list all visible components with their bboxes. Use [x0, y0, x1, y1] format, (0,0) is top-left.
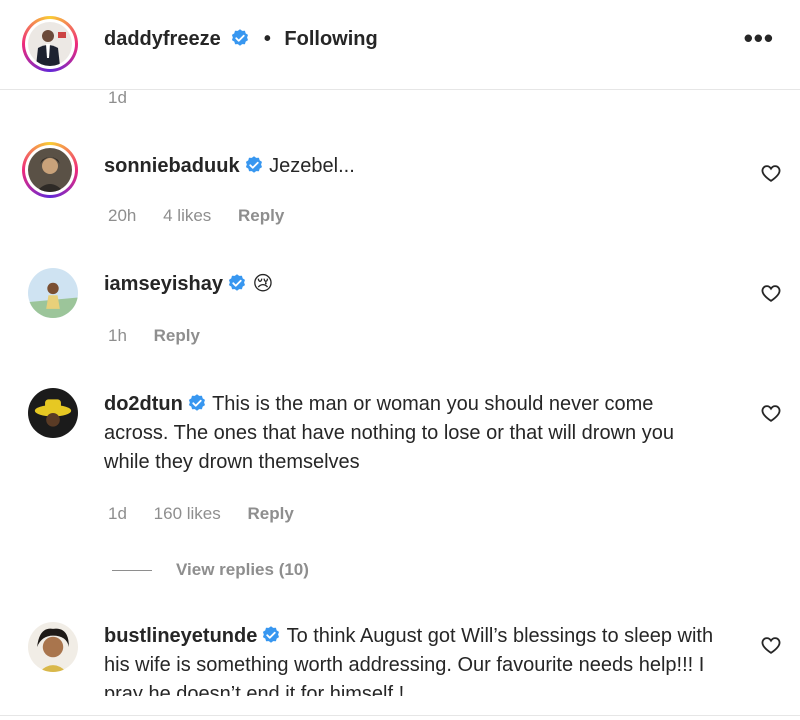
- view-replies-label: View replies (10): [176, 560, 309, 579]
- avatar-image: [28, 22, 72, 66]
- comment-username[interactable]: do2dtun: [104, 393, 183, 415]
- reply-button[interactable]: Reply: [238, 206, 284, 225]
- comment-avatar-bustlineyetunde[interactable]: [28, 622, 78, 672]
- avatar-image: [28, 148, 72, 192]
- comment-body: do2dtun This is the man or woman you sho…: [104, 390, 720, 477]
- comment-likes[interactable]: 160 likes: [154, 504, 221, 523]
- verified-badge-icon: [232, 29, 249, 46]
- following-button[interactable]: Following: [284, 28, 377, 50]
- comment-username[interactable]: iamseyishay: [104, 273, 223, 295]
- comment-avatar-sonniebaduuk[interactable]: [22, 142, 78, 198]
- more-options-icon[interactable]: •••: [744, 25, 774, 51]
- comment-time: 1d: [108, 504, 127, 523]
- comment-body: iamseyishay 😢: [104, 270, 720, 299]
- comment-meta: 1d 160 likes Reply: [108, 504, 316, 524]
- comment-text: Jezebel...: [269, 155, 355, 177]
- header-avatar[interactable]: [22, 16, 78, 72]
- comment-avatar-iamseyishay[interactable]: [28, 268, 78, 318]
- header-user-row: daddyfreeze • Following: [104, 28, 378, 51]
- comment-username[interactable]: bustlineyetunde: [104, 625, 257, 647]
- reply-button[interactable]: Reply: [248, 504, 294, 523]
- comment-avatar-do2dtun[interactable]: [28, 388, 78, 438]
- previous-comment-time: 1d: [108, 88, 127, 107]
- comment-time: 1h: [108, 326, 127, 345]
- comment-body: bustlineyetunde To think August got Will…: [104, 622, 720, 696]
- comment-username[interactable]: sonniebaduuk: [104, 155, 240, 177]
- header-username[interactable]: daddyfreeze: [104, 28, 221, 50]
- comment-emoji: 😢: [252, 273, 274, 295]
- comment-meta: 20h 4 likes Reply: [108, 206, 306, 226]
- comment-time: 20h: [108, 206, 137, 225]
- like-heart-icon[interactable]: [760, 282, 782, 304]
- verified-badge-icon: [188, 394, 205, 411]
- like-heart-icon[interactable]: [760, 162, 782, 184]
- verified-badge-icon: [263, 626, 280, 643]
- comment-body: sonniebaduuk Jezebel...: [104, 152, 720, 181]
- replies-divider: [112, 570, 152, 572]
- comment-likes[interactable]: 4 likes: [163, 206, 211, 225]
- comment-meta: 1h Reply: [108, 326, 222, 346]
- bottom-divider: [0, 715, 800, 716]
- post-header: daddyfreeze • Following •••: [0, 0, 800, 90]
- like-heart-icon[interactable]: [760, 402, 782, 424]
- verified-badge-icon: [245, 156, 262, 173]
- reply-button[interactable]: Reply: [154, 326, 200, 345]
- separator-dot: •: [263, 28, 271, 50]
- like-heart-icon[interactable]: [760, 634, 782, 656]
- view-replies-button[interactable]: View replies (10): [112, 560, 309, 580]
- verified-badge-icon: [228, 274, 245, 291]
